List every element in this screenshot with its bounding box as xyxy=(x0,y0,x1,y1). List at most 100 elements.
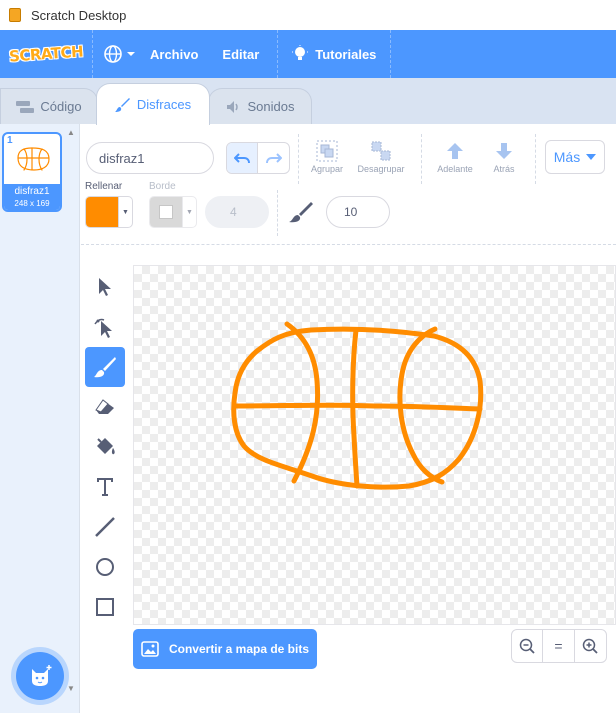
brush-icon xyxy=(114,97,130,112)
costume-thumbnail xyxy=(17,147,50,171)
zoom-controls: = xyxy=(511,629,607,663)
title-bar: Scratch Desktop xyxy=(0,0,616,30)
costume-list-scrollbar[interactable]: ▲ ▼ xyxy=(64,124,76,713)
backward-label: Atrás xyxy=(493,164,515,174)
reshape-tool[interactable] xyxy=(85,307,125,347)
circle-icon xyxy=(96,558,114,576)
undo-icon xyxy=(234,153,250,164)
tab-costumes-label: Disfraces xyxy=(136,97,192,112)
group-icon xyxy=(316,140,338,162)
fill-tool[interactable] xyxy=(85,427,125,467)
arrow-up-icon xyxy=(447,143,463,159)
arrow-down-icon xyxy=(496,143,512,159)
choose-costume-button[interactable] xyxy=(16,652,64,700)
outline-color-swatch xyxy=(150,197,182,227)
redo-icon xyxy=(265,153,282,164)
menu-tutorials[interactable]: Tutoriales xyxy=(292,30,376,78)
toolbar-divider xyxy=(298,134,299,184)
menu-divider xyxy=(92,30,93,78)
costume-name: disfraz1 xyxy=(14,186,50,197)
redo-button[interactable] xyxy=(258,143,289,173)
menu-file[interactable]: Archivo xyxy=(150,30,198,78)
line-tool[interactable] xyxy=(85,507,125,547)
tab-sounds-label: Sonidos xyxy=(247,99,295,114)
convert-label: Convertir a mapa de bits xyxy=(168,642,310,656)
reshape-icon xyxy=(94,318,112,338)
window-title: Scratch Desktop xyxy=(31,7,127,23)
toolbar-divider xyxy=(535,134,536,184)
menu-divider xyxy=(390,30,392,78)
circle-tool[interactable] xyxy=(85,547,125,587)
zoom-in-icon xyxy=(583,638,598,654)
eraser-tool[interactable] xyxy=(85,387,125,427)
rectangle-tool[interactable] xyxy=(85,587,125,627)
scratch-logo[interactable]: SCRATCH xyxy=(8,40,83,68)
lightbulb-icon xyxy=(292,45,309,60)
brush-size-icon xyxy=(289,202,313,223)
outline-color-picker: ▼ xyxy=(149,196,197,228)
zoom-out-button[interactable] xyxy=(512,630,544,662)
toolbar-divider xyxy=(277,190,278,236)
tab-sounds[interactable]: Sonidos xyxy=(208,88,312,124)
tab-code-label: Código xyxy=(40,99,82,114)
globe-icon xyxy=(104,45,122,63)
menu-bar: SCRATCH Archivo Editar Tutoriales xyxy=(0,30,616,78)
brush-icon xyxy=(94,357,116,378)
chevron-down-icon xyxy=(586,154,597,160)
menu-edit[interactable]: Editar xyxy=(222,30,259,78)
zoom-reset-button[interactable]: = xyxy=(543,630,575,662)
rectangle-icon xyxy=(96,598,114,616)
paint-editor: Agrupar Desagrupar Adelante Atrás Más Re… xyxy=(81,124,616,713)
select-icon xyxy=(99,278,111,296)
cat-icon xyxy=(32,665,52,686)
undo-redo-group xyxy=(226,142,290,174)
undo-button[interactable] xyxy=(227,143,259,173)
text-tool[interactable] xyxy=(85,467,125,507)
fill-color-swatch xyxy=(86,197,118,227)
chevron-down-icon: ▼ xyxy=(118,197,132,227)
menu-divider xyxy=(277,30,279,78)
tab-costumes[interactable]: Disfraces xyxy=(96,83,210,125)
chevron-down-icon: ▼ xyxy=(182,197,196,227)
image-icon xyxy=(141,641,159,657)
toolbar-divider xyxy=(81,244,616,245)
group-label: Agrupar xyxy=(310,164,344,174)
fill-color-picker[interactable]: ▼ xyxy=(85,196,133,228)
costume-tile[interactable]: 1 disfraz1 248 x 169 xyxy=(2,132,62,212)
select-tool[interactable] xyxy=(85,267,125,307)
brush-tool[interactable] xyxy=(85,347,125,387)
ungroup-button[interactable]: Desagrupar xyxy=(354,138,408,174)
outline-width-input: 4 xyxy=(205,196,269,228)
more-button[interactable]: Más xyxy=(545,140,605,174)
chevron-down-icon xyxy=(127,52,135,56)
drawing-canvas[interactable] xyxy=(133,265,616,625)
scroll-down-arrow[interactable]: ▼ xyxy=(67,684,75,693)
costume-label: disfraz1 248 x 169 xyxy=(4,184,60,210)
group-button[interactable]: Agrupar xyxy=(307,138,347,174)
backward-button[interactable]: Atrás xyxy=(487,138,521,174)
costume-name-input[interactable] xyxy=(86,142,214,174)
line-icon xyxy=(95,517,115,537)
scroll-up-arrow[interactable]: ▲ xyxy=(67,128,75,137)
tutorials-label: Tutoriales xyxy=(315,46,377,62)
costume-number: 1 xyxy=(7,135,13,146)
language-menu[interactable] xyxy=(103,30,136,78)
zoom-in-button[interactable] xyxy=(575,630,606,662)
more-label: Más xyxy=(553,149,581,165)
costume-drawing xyxy=(231,321,484,490)
tool-palette xyxy=(85,267,125,627)
forward-label: Adelante xyxy=(437,164,473,174)
text-icon xyxy=(97,478,113,496)
fill-label: Rellenar xyxy=(85,181,123,192)
convert-to-bitmap-button[interactable]: Convertir a mapa de bits xyxy=(133,629,317,669)
fill-icon xyxy=(97,438,115,455)
ungroup-label: Desagrupar xyxy=(357,164,405,174)
costume-list: 1 disfraz1 248 x 169 ▲ ▼ xyxy=(0,124,80,713)
eraser-icon xyxy=(95,399,114,414)
brush-size-input[interactable]: 10 xyxy=(326,196,390,228)
forward-button[interactable]: Adelante xyxy=(433,138,477,174)
tab-code[interactable]: Código xyxy=(0,88,98,124)
toolbar-divider xyxy=(421,134,422,184)
costume-size: 248 x 169 xyxy=(14,199,50,208)
speaker-icon xyxy=(226,100,238,113)
